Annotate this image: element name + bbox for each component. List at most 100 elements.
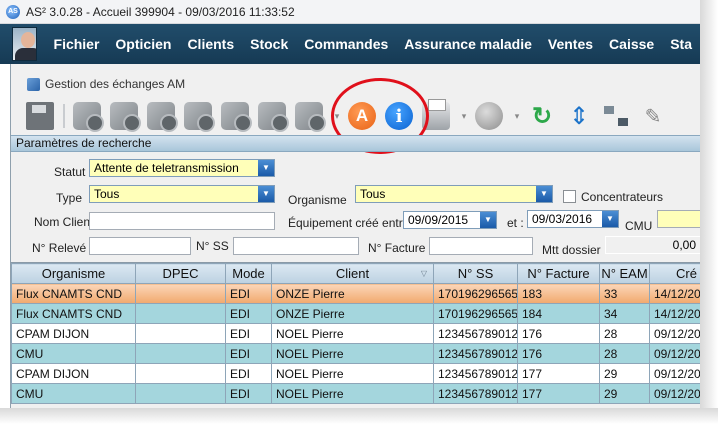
- cell-organisme: CPAM DIJON: [11, 323, 136, 344]
- gear-icon[interactable]: [73, 102, 104, 132]
- table-row[interactable]: CPAM DIJON EDI NOEL Pierre 123456789012 …: [11, 323, 700, 344]
- record-dropdown-icon[interactable]: ▾: [512, 102, 522, 130]
- menu-stock[interactable]: Stock: [242, 36, 296, 52]
- refresh-icon[interactable]: ↻: [528, 102, 556, 130]
- save-icon[interactable]: [26, 102, 54, 130]
- type-select[interactable]: Tous ▼: [89, 185, 275, 203]
- column-header-client-text: Client: [335, 266, 370, 281]
- app-icon: AS: [6, 4, 20, 19]
- cell-dpec: [135, 323, 226, 344]
- column-header-eam[interactable]: N° EAM: [599, 263, 650, 284]
- cell-mode: EDI: [225, 283, 272, 304]
- column-header-facture[interactable]: N° Facture: [517, 263, 600, 284]
- menu-commandes[interactable]: Commandes: [296, 36, 396, 52]
- organisme-select[interactable]: Tous ▼: [355, 185, 553, 203]
- column-header-mode[interactable]: Mode: [225, 263, 272, 284]
- cell-creation: 14/12/20: [649, 303, 700, 324]
- column-header-dpec[interactable]: DPEC: [135, 263, 226, 284]
- gear-check-icon[interactable]: [147, 102, 178, 132]
- menu-fichier[interactable]: Fichier: [46, 36, 108, 52]
- facture-input[interactable]: [429, 237, 533, 255]
- cell-facture: 176: [517, 343, 600, 364]
- network-icon[interactable]: [602, 102, 630, 130]
- window-titlebar: AS AS² 3.0.28 - Accueil 399904 - 09/03/2…: [0, 0, 700, 24]
- cell-ss: 123456789012: [433, 363, 518, 384]
- mtt-dossier-input[interactable]: 0,00: [605, 236, 700, 254]
- cell-client: ONZE Pierre: [271, 283, 434, 304]
- cell-client: NOEL Pierre: [271, 343, 434, 364]
- edit-icon[interactable]: ✎: [639, 102, 667, 130]
- cell-mode: EDI: [225, 363, 272, 384]
- cell-ss: 123456789012: [433, 383, 518, 404]
- table-row[interactable]: CMU EDI NOEL Pierre 123456789012 177 29 …: [11, 383, 700, 404]
- chevron-down-icon[interactable]: ▼: [258, 186, 274, 202]
- cell-creation: 09/12/20: [649, 383, 700, 404]
- cell-organisme: CMU: [11, 383, 136, 404]
- cell-client: NOEL Pierre: [271, 383, 434, 404]
- date-from-picker[interactable]: 09/09/2015 ▼: [403, 211, 497, 229]
- menu-clients[interactable]: Clients: [179, 36, 242, 52]
- et-label: et :: [507, 216, 524, 230]
- facture-label: N° Facture: [368, 241, 426, 255]
- calendar-dropdown-icon[interactable]: ▼: [480, 212, 496, 228]
- gear-doc2-icon[interactable]: [258, 102, 289, 132]
- calendar-dropdown-icon[interactable]: ▼: [602, 211, 618, 227]
- menu-caisse[interactable]: Caisse: [601, 36, 662, 52]
- cell-dpec: [135, 343, 226, 364]
- cell-mode: EDI: [225, 343, 272, 364]
- menu-ventes[interactable]: Ventes: [540, 36, 601, 52]
- cell-ss: 123456789012: [433, 323, 518, 344]
- cell-mode: EDI: [225, 323, 272, 344]
- concentrateurs-checkbox[interactable]: [563, 190, 576, 203]
- record-icon[interactable]: [475, 102, 503, 130]
- column-header-organisme[interactable]: Organisme: [11, 263, 136, 284]
- cmu-input[interactable]: [657, 210, 700, 228]
- cell-facture: 176: [517, 323, 600, 344]
- cell-mode: EDI: [225, 303, 272, 324]
- chevron-down-icon[interactable]: ▼: [536, 186, 552, 202]
- gear-lock-icon[interactable]: [110, 102, 141, 132]
- table-row[interactable]: CMU EDI NOEL Pierre 123456789012 176 28 …: [11, 343, 700, 364]
- cell-organisme: CMU: [11, 343, 136, 364]
- chevron-down-icon[interactable]: ▼: [258, 160, 274, 176]
- date-to-value: 09/03/2016: [532, 212, 593, 226]
- cell-creation: 09/12/20: [649, 323, 700, 344]
- concentrateurs-label: Concentrateurs: [581, 190, 664, 204]
- menu-statistiques[interactable]: Sta: [662, 36, 700, 52]
- table-row[interactable]: Flux CNAMTS CND EDI ONZE Pierre 17019629…: [11, 303, 700, 324]
- organisme-value: Tous: [360, 187, 386, 201]
- releve-input[interactable]: [89, 237, 191, 255]
- table-row[interactable]: Flux CNAMTS CND EDI ONZE Pierre 17019629…: [11, 283, 700, 304]
- ss-input[interactable]: [233, 237, 359, 255]
- table-row[interactable]: CPAM DIJON EDI NOEL Pierre 123456789012 …: [11, 363, 700, 384]
- statut-label: Statut: [54, 165, 86, 179]
- cell-dpec: [135, 383, 226, 404]
- window-shadow-bottom: [0, 408, 718, 424]
- gear-dropdown-icon[interactable]: [295, 102, 326, 132]
- cell-client: NOEL Pierre: [271, 323, 434, 344]
- cell-ss: 123456789012: [433, 343, 518, 364]
- printer-dropdown-icon[interactable]: ▾: [459, 102, 469, 130]
- column-header-client[interactable]: Client ▽: [271, 263, 434, 284]
- menu-opticien[interactable]: Opticien: [107, 36, 179, 52]
- column-header-ss[interactable]: N° SS: [433, 263, 518, 284]
- type-value: Tous: [94, 187, 120, 201]
- date-from-value: 09/09/2015: [408, 213, 469, 227]
- up-down-icon[interactable]: ⇕: [565, 102, 593, 130]
- statut-select[interactable]: Attente de teletransmission ▼: [89, 159, 275, 177]
- cell-creation: 09/12/20: [649, 363, 700, 384]
- window-icon: [27, 77, 40, 91]
- nom-client-input[interactable]: [89, 212, 275, 230]
- gear-doc-icon[interactable]: [221, 102, 252, 132]
- releve-label: N° Relevé: [32, 241, 87, 255]
- date-to-picker[interactable]: 09/03/2016 ▼: [527, 210, 619, 228]
- cell-organisme: Flux CNAMTS CND: [11, 283, 136, 304]
- cell-facture: 177: [517, 383, 600, 404]
- cell-eam: 34: [599, 303, 650, 324]
- cell-organisme: Flux CNAMTS CND: [11, 303, 136, 324]
- gear-edit-icon[interactable]: [184, 102, 215, 132]
- cell-eam: 29: [599, 363, 650, 384]
- column-header-creation[interactable]: Cré: [649, 263, 700, 284]
- menu-assurance-maladie[interactable]: Assurance maladie: [396, 36, 540, 52]
- user-avatar[interactable]: [12, 27, 37, 61]
